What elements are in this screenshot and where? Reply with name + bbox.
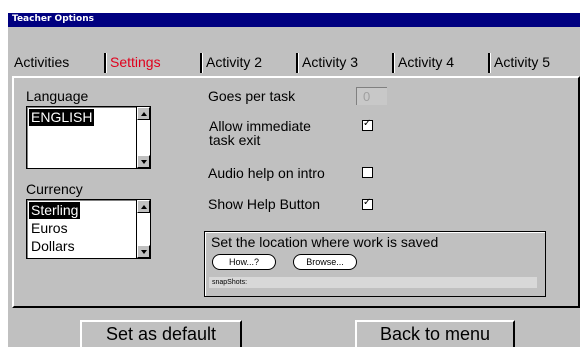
scroll-down-button[interactable] <box>137 245 150 258</box>
list-item-dollars[interactable]: Dollars <box>29 238 77 255</box>
list-item-euros[interactable]: Euros <box>29 220 70 237</box>
save-location-group: Set the location where work is saved How… <box>204 231 546 297</box>
tab-activity-5[interactable]: Activity 5 <box>488 50 580 76</box>
back-to-menu-button[interactable]: Back to menu <box>355 320 515 347</box>
tab-settings[interactable]: Settings <box>104 50 200 76</box>
tab-activity-4[interactable]: Activity 4 <box>392 50 488 76</box>
audio-help-label: Audio help on intro <box>208 165 325 181</box>
tab-activities[interactable]: Activities <box>8 50 104 76</box>
title-bar: Teacher Options <box>8 13 580 27</box>
show-help-label: Show Help Button <box>208 196 321 212</box>
arrow-down-icon <box>141 160 147 164</box>
browse-button[interactable]: Browse... <box>293 254 357 270</box>
goes-per-task-value: 0 <box>363 89 371 104</box>
window-title: Teacher Options <box>12 14 94 24</box>
checkmark-icon: ✓ <box>363 118 372 129</box>
allow-exit-checkbox[interactable]: ✓ <box>362 118 373 131</box>
currency-scrollbar[interactable] <box>136 200 150 258</box>
checkmark-icon: ✓ <box>363 197 372 208</box>
tab-activity-2[interactable]: Activity 2 <box>200 50 296 76</box>
scroll-up-button[interactable] <box>137 200 150 213</box>
allow-exit-label-line1: Allow immediate <box>209 118 311 134</box>
tab-label: Activity 2 <box>206 54 263 70</box>
tab-label: Activity 3 <box>302 54 359 70</box>
save-location-title: Set the location where work is saved <box>211 234 439 250</box>
list-item-english[interactable]: ENGLISH <box>29 109 95 126</box>
tab-activity-3[interactable]: Activity 3 <box>296 50 392 76</box>
arrow-up-icon <box>141 205 147 209</box>
how-button[interactable]: How...? <box>212 254 276 270</box>
show-help-checkbox[interactable]: ✓ <box>362 197 373 210</box>
tab-label: Activity 4 <box>398 54 455 70</box>
goes-per-task-label: Goes per task <box>208 88 296 104</box>
language-scrollbar[interactable] <box>136 107 150 168</box>
save-path-display: snapShots: <box>209 277 537 288</box>
currency-label: Currency <box>26 181 83 197</box>
tab-label: Activities <box>14 54 70 70</box>
allow-exit-label: Allow immediate task exit <box>209 119 311 147</box>
tab-label: Activity 5 <box>494 54 551 70</box>
tab-label: Settings <box>110 54 161 70</box>
audio-help-checkbox[interactable] <box>362 167 373 178</box>
allow-exit-label-line2: task exit <box>209 132 261 148</box>
language-listbox[interactable]: ENGLISH <box>26 106 151 169</box>
scroll-down-button[interactable] <box>137 155 150 168</box>
tab-strip: Activities Settings Activity 2 Activity … <box>8 50 580 76</box>
goes-per-task-field[interactable]: 0 <box>356 87 387 105</box>
language-label: Language <box>26 88 89 104</box>
set-as-default-button[interactable]: Set as default <box>80 320 242 347</box>
currency-listbox[interactable]: Sterling Euros Dollars <box>26 199 151 259</box>
scroll-up-button[interactable] <box>137 107 150 120</box>
arrow-down-icon <box>141 250 147 254</box>
arrow-up-icon <box>141 112 147 116</box>
list-item-sterling[interactable]: Sterling <box>29 202 81 219</box>
